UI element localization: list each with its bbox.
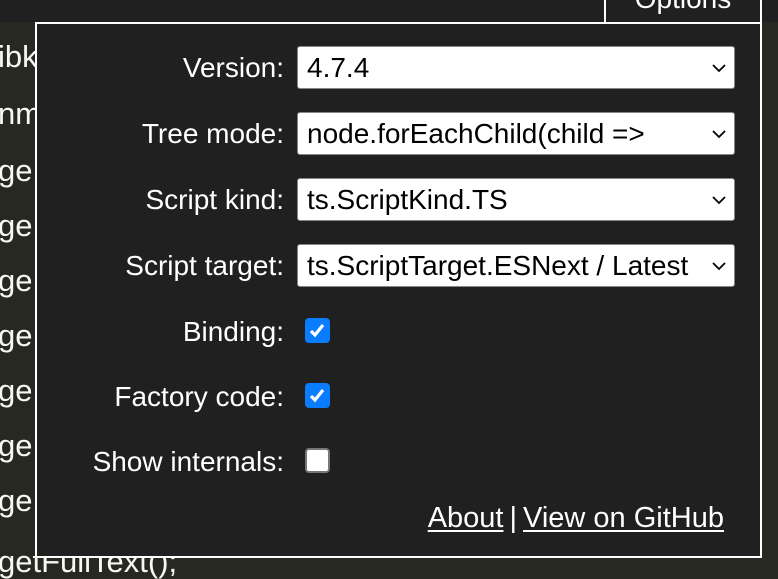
binding-label: Binding: <box>182 316 284 347</box>
script-kind-row: Script kind: ts.ScriptKind.TS <box>37 178 760 222</box>
version-select[interactable]: 4.7.4 <box>297 46 735 89</box>
tree-mode-select[interactable]: node.forEachChild(child => <box>297 112 735 155</box>
code-line: ge <box>0 483 33 518</box>
show-internals-row: Show internals: <box>37 440 760 484</box>
footer-links: About | View on GitHub <box>428 498 724 538</box>
checkmark-icon <box>309 324 325 338</box>
about-link[interactable]: About <box>428 502 504 534</box>
chevron-down-icon <box>712 196 726 205</box>
link-separator: | <box>509 502 518 534</box>
script-kind-label: Script kind: <box>145 184 285 215</box>
show-internals-checkbox[interactable] <box>305 448 330 473</box>
version-label: Version: <box>182 52 284 83</box>
factory-code-row: Factory code: <box>37 375 760 419</box>
options-tab[interactable]: Options <box>604 0 762 23</box>
github-link[interactable]: View on GitHub <box>523 502 724 534</box>
code-line: ge <box>0 208 33 243</box>
tree-mode-row: Tree mode: node.forEachChild(child => <box>37 112 760 156</box>
checkmark-icon <box>309 389 325 403</box>
factory-code-checkbox[interactable] <box>305 383 330 408</box>
chevron-down-icon <box>712 130 726 139</box>
version-row: Version: 4.7.4 <box>37 46 760 90</box>
tree-mode-label: Tree mode: <box>141 118 284 149</box>
options-tab-label: Options <box>635 0 732 14</box>
binding-row: Binding: <box>37 310 760 354</box>
script-kind-select[interactable]: ts.ScriptKind.TS <box>297 178 735 221</box>
script-target-select[interactable]: ts.ScriptTarget.ESNext / Latest <box>297 244 735 287</box>
code-line: ge <box>0 373 33 408</box>
binding-checkbox[interactable] <box>305 318 330 343</box>
show-internals-label: Show internals: <box>92 446 284 477</box>
chevron-down-icon <box>712 64 726 73</box>
script-target-label: Script target: <box>125 250 284 281</box>
factory-code-label: Factory code: <box>114 381 284 412</box>
code-line: ge <box>0 428 33 463</box>
options-panel: Version: 4.7.4 Tree mode: node.forEachCh… <box>35 22 762 558</box>
code-line: ge <box>0 318 33 353</box>
script-target-row: Script target: ts.ScriptTarget.ESNext / … <box>37 244 760 288</box>
code-line: ibk <box>0 39 38 74</box>
code-line: ge <box>0 153 33 188</box>
chevron-down-icon <box>712 262 726 271</box>
code-line: ge <box>0 263 33 298</box>
